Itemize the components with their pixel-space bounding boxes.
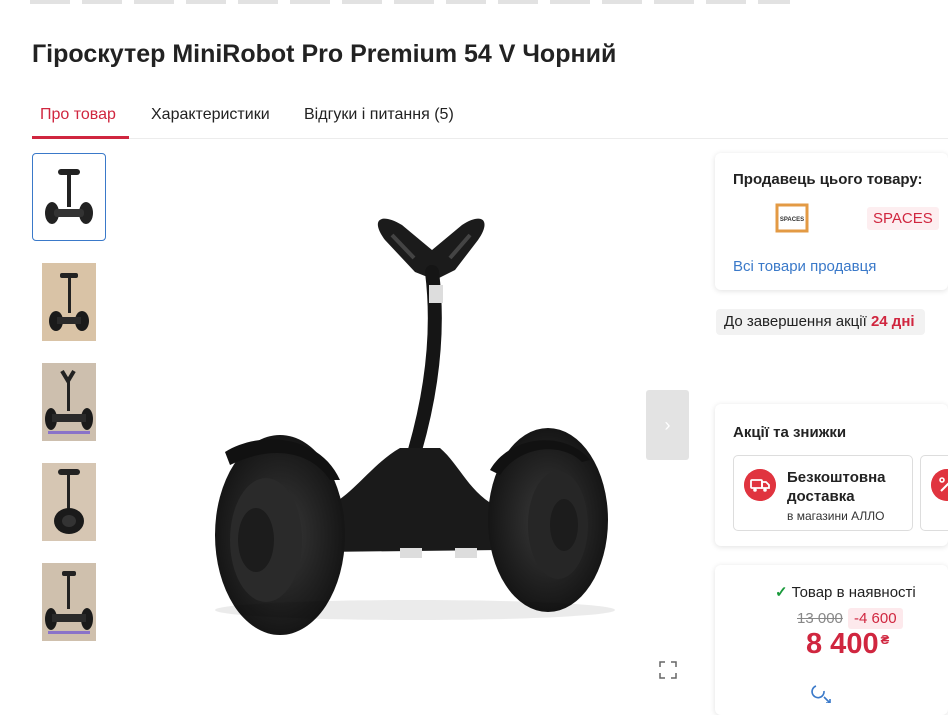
- tab-specifications[interactable]: Характеристики: [151, 106, 270, 124]
- svg-text:SPACES: SPACES: [780, 217, 804, 223]
- current-price: 8 400 ₴: [806, 628, 890, 660]
- thumbnail-3[interactable]: [32, 358, 106, 446]
- thumbnail-5[interactable]: [32, 558, 106, 646]
- product-title: Гіроскутер MiniRobot Pro Premium 54 V Чо…: [32, 40, 617, 68]
- thumbnail-2[interactable]: [32, 258, 106, 346]
- deal-free-delivery[interactable]: Безкоштовна доставка в магазини АЛЛО: [733, 455, 913, 531]
- promo-days: 24 дні: [870, 313, 915, 330]
- gallery-next-button[interactable]: ›: [646, 390, 689, 460]
- discount-badge: -4 600: [848, 608, 903, 629]
- seller-heading: Продавець цього товару:: [733, 171, 923, 188]
- scooter-thumb-image: [42, 263, 96, 341]
- thumbnail-4[interactable]: [32, 458, 106, 546]
- fullscreen-icon[interactable]: [658, 660, 678, 680]
- compare-icon[interactable]: [810, 683, 832, 703]
- deal-title: Безкоштовна доставка: [787, 469, 886, 505]
- deals-card: Акції та знижки Безкоштовна доставка в м…: [715, 404, 948, 546]
- stock-status: ✓ Товар в наявності: [775, 584, 916, 601]
- top-cropped-text: [0, 0, 948, 8]
- tab-about[interactable]: Про товар: [40, 106, 116, 124]
- promo-label: До завершення акції: [724, 313, 867, 330]
- deals-heading: Акції та знижки: [733, 424, 847, 441]
- check-icon: ✓: [775, 584, 788, 601]
- currency-symbol: ₴: [880, 632, 890, 647]
- deal-subtitle: в магазини АЛЛО: [787, 509, 885, 523]
- scooter-thumb-image: [42, 463, 96, 541]
- thumbnail-1[interactable]: [32, 153, 106, 241]
- delivery-truck-icon: [744, 469, 776, 501]
- deal-card-partial[interactable]: [920, 455, 948, 531]
- percent-icon: [931, 469, 948, 501]
- seller-name-badge[interactable]: SPACES: [867, 207, 939, 230]
- product-tabs: Про товар Характеристики Відгуки і питан…: [32, 96, 948, 139]
- promo-countdown: До завершення акції 24 дні: [716, 309, 925, 335]
- seller-logo[interactable]: SPACES: [773, 203, 811, 233]
- product-main-image: [215, 218, 615, 635]
- seller-card: Продавець цього товару: SPACES SPACES Вс…: [715, 153, 948, 290]
- old-price: 13 000: [797, 610, 843, 627]
- price-card: ✓ Товар в наявності 13 000 -4 600 8 400 ₴: [715, 565, 948, 715]
- chevron-right-icon: ›: [664, 414, 671, 435]
- scooter-thumb-image: [42, 363, 96, 441]
- scooter-thumb-image: [45, 169, 93, 224]
- tab-reviews[interactable]: Відгуки і питання (5): [304, 106, 454, 124]
- all-seller-products-link[interactable]: Всі товари продавця: [733, 258, 876, 275]
- scooter-thumb-image: [42, 563, 96, 641]
- active-tab-indicator: [32, 136, 129, 139]
